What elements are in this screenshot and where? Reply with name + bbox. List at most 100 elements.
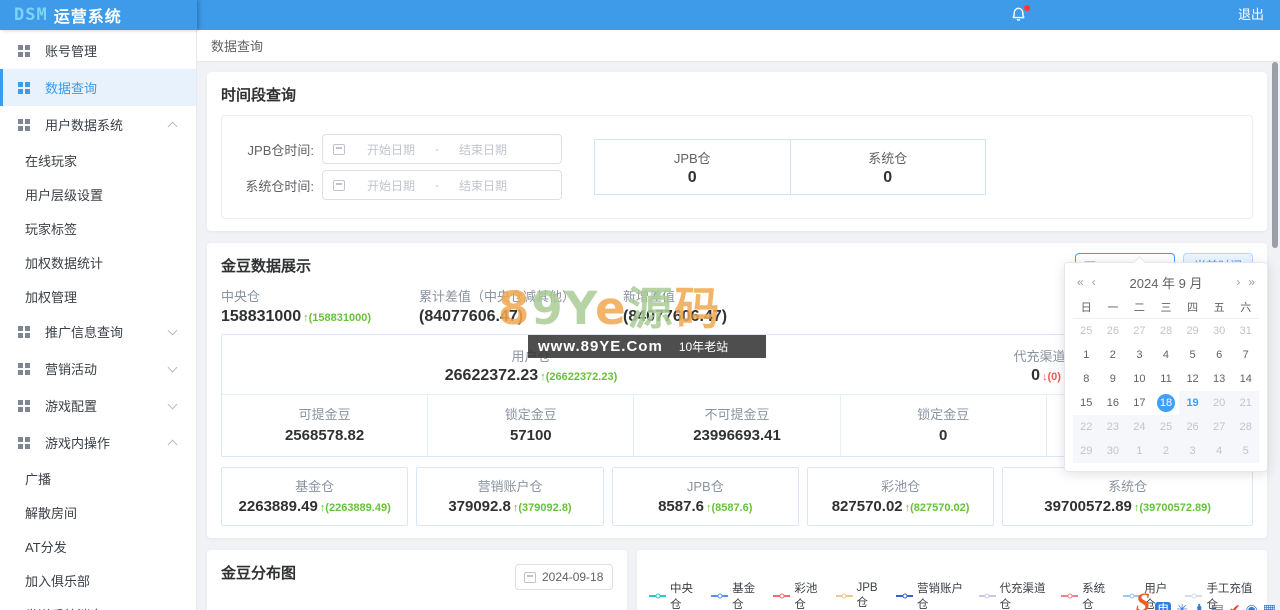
sidebar-item[interactable]: 用户数据系统 xyxy=(0,106,196,143)
legend-item[interactable]: 系统仓 xyxy=(1061,580,1110,610)
calendar-day[interactable]: 8 xyxy=(1073,367,1100,391)
calendar-day[interactable]: 3 xyxy=(1126,343,1153,367)
legend-item[interactable]: JPB仓 xyxy=(836,580,883,610)
prev-month-button[interactable]: ‹ xyxy=(1088,275,1100,289)
calendar-title[interactable]: 2024 年 9 月 xyxy=(1100,273,1233,292)
calendar-day[interactable]: 4 xyxy=(1153,343,1180,367)
calendar-day[interactable]: 26 xyxy=(1179,415,1206,439)
calendar-day[interactable]: 19 xyxy=(1179,391,1206,415)
vertical-scrollbar[interactable] xyxy=(1272,62,1278,248)
sidebar-item[interactable]: 用户层级设置 xyxy=(0,177,196,211)
store-box: 彩池仓827570.02↑(827570.02) xyxy=(807,467,994,526)
sidebar-item[interactable]: 推广信息查询 xyxy=(0,313,196,350)
sidebar-item[interactable]: 在线玩家 xyxy=(0,143,196,177)
chevron-down-icon xyxy=(168,325,178,335)
legend-item[interactable]: 营销账户仓 xyxy=(896,580,966,610)
person-app-icon[interactable]: ♟ xyxy=(1193,602,1206,610)
sidebar-item[interactable]: 解散房间 xyxy=(0,495,196,529)
calendar-day[interactable]: 5 xyxy=(1179,343,1206,367)
sidebar-item[interactable]: 数据查询 xyxy=(0,69,196,106)
calendar-day[interactable]: 29 xyxy=(1073,439,1100,463)
legend-item[interactable]: 代充渠道仓 xyxy=(979,580,1049,610)
distribution-date-picker[interactable]: 2024-09-18 xyxy=(515,564,613,590)
prev-year-button[interactable]: « xyxy=(1073,275,1088,289)
calendar-day[interactable]: 31 xyxy=(1232,319,1259,343)
next-year-button[interactable]: » xyxy=(1244,275,1259,289)
calendar-day[interactable]: 4 xyxy=(1206,439,1233,463)
calendar-day[interactable]: 23 xyxy=(1100,415,1127,439)
calendar-day[interactable]: 2 xyxy=(1100,343,1127,367)
day-number: 5 xyxy=(1190,349,1196,361)
dian-app-icon[interactable]: 电 xyxy=(1155,602,1171,610)
cell-value: 0 xyxy=(841,427,1046,444)
sidebar-item[interactable]: 广播 xyxy=(0,461,196,495)
legend-item[interactable]: 中央仓 xyxy=(649,580,698,610)
system-date-range-input[interactable]: 开始日期 - 结束日期 xyxy=(322,170,562,200)
legend-item[interactable]: 彩池仓 xyxy=(773,580,822,610)
jpb-date-range-input[interactable]: 开始日期 - 结束日期 xyxy=(322,134,562,164)
asterisk-app-icon[interactable]: ✳ xyxy=(1176,602,1188,610)
calendar-day[interactable]: 15 xyxy=(1073,391,1100,415)
calendar-day[interactable]: 10 xyxy=(1126,367,1153,391)
calendar-day[interactable]: 7 xyxy=(1232,343,1259,367)
calendar-day[interactable]: 1 xyxy=(1073,343,1100,367)
calendar-day[interactable]: 28 xyxy=(1153,319,1180,343)
sidebar-item[interactable]: 账号管理 xyxy=(0,32,196,69)
list-app-icon[interactable]: ▤ xyxy=(1211,602,1224,610)
calendar-day[interactable]: 27 xyxy=(1206,415,1233,439)
sidebar-item[interactable]: 加权数据统计 xyxy=(0,245,196,279)
sidebar-item[interactable]: 游戏配置 xyxy=(0,387,196,424)
check-app-icon[interactable]: ✔ xyxy=(1229,602,1241,610)
calendar-day[interactable]: 12 xyxy=(1179,367,1206,391)
calendar-day[interactable]: 11 xyxy=(1153,367,1180,391)
box-label: JPB仓 xyxy=(615,476,796,495)
day-number: 20 xyxy=(1213,397,1225,409)
weekday-label: 四 xyxy=(1179,299,1206,315)
calendar-day[interactable]: 9 xyxy=(1100,367,1127,391)
calendar-day[interactable]: 5 xyxy=(1232,439,1259,463)
calendar-day[interactable]: 3 xyxy=(1179,439,1206,463)
calendar-day[interactable]: 21 xyxy=(1232,391,1259,415)
next-month-button[interactable]: › xyxy=(1232,275,1244,289)
calendar-day[interactable]: 20 xyxy=(1206,391,1233,415)
calendar-day[interactable]: 22 xyxy=(1073,415,1100,439)
calendar-day[interactable]: 2 xyxy=(1153,439,1180,463)
calendar-day[interactable]: 28 xyxy=(1232,415,1259,439)
calendar-day[interactable]: 26 xyxy=(1100,319,1127,343)
calendar-day[interactable]: 25 xyxy=(1153,415,1180,439)
sidebar-item[interactable]: 玩家标签 xyxy=(0,211,196,245)
calendar-day[interactable]: 1 xyxy=(1126,439,1153,463)
cell-value: 57100 xyxy=(428,427,633,444)
stat-delta-up: ↑(26622372.23) xyxy=(540,371,617,383)
jpb-time-row: JPB仓时间: 开始日期 - 结束日期 xyxy=(236,134,566,164)
sidebar-item[interactable]: 营销活动 xyxy=(0,350,196,387)
calendar-day[interactable]: 6 xyxy=(1206,343,1233,367)
circle-app-icon[interactable]: ◉ xyxy=(1246,602,1258,610)
notification-bell-icon[interactable] xyxy=(1010,5,1030,25)
sidebar-item[interactable]: 发送系统消息 xyxy=(0,597,196,610)
calendar-day[interactable]: 25 xyxy=(1073,319,1100,343)
cell-value: 2568578.82 xyxy=(222,427,427,444)
stat-label: 累计差值（中央仓减其他） xyxy=(419,286,575,305)
calendar-day[interactable]: 13 xyxy=(1206,367,1233,391)
calendar-day[interactable]: 14 xyxy=(1232,367,1259,391)
calendar-day[interactable]: 17 xyxy=(1126,391,1153,415)
grid-app-icon[interactable]: ▦ xyxy=(1263,602,1276,610)
calendar-day[interactable]: 27 xyxy=(1126,319,1153,343)
legend-item[interactable]: 基金仓 xyxy=(711,580,760,610)
calendar-day[interactable]: 30 xyxy=(1206,319,1233,343)
sidebar-item[interactable]: 游戏内操作 xyxy=(0,424,196,461)
calendar-day[interactable]: 18 xyxy=(1153,391,1180,415)
stat-label: 用户仓 xyxy=(222,346,840,365)
logout-button[interactable]: 退出 xyxy=(1238,0,1264,30)
sidebar-item[interactable]: AT分发 xyxy=(0,529,196,563)
sidebar-item[interactable]: 加权管理 xyxy=(0,279,196,313)
s-logo-icon[interactable]: S xyxy=(1136,590,1150,610)
calendar-day[interactable]: 30 xyxy=(1100,439,1127,463)
sidebar-item[interactable]: 加入俱乐部 xyxy=(0,563,196,597)
calendar-day[interactable]: 24 xyxy=(1126,415,1153,439)
range-separator: - xyxy=(435,178,439,192)
calendar-day[interactable]: 16 xyxy=(1100,391,1127,415)
day-number: 31 xyxy=(1240,325,1252,337)
calendar-day[interactable]: 29 xyxy=(1179,319,1206,343)
